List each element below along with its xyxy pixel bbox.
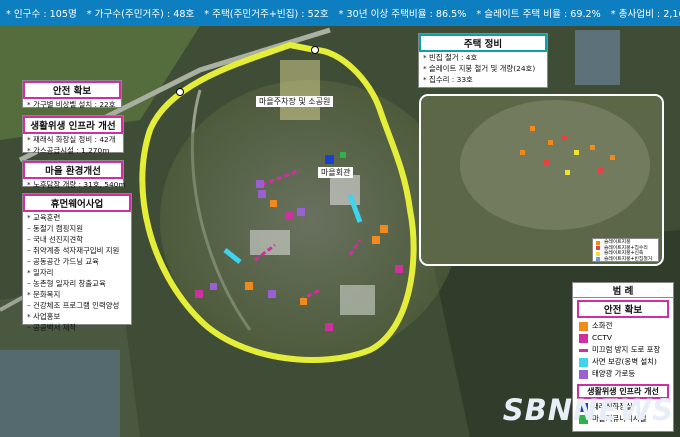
env-item: * 노후담장 개량 : 31호, 540m	[27, 180, 126, 189]
hygiene-item: * 가스공급시설 : 1,270m	[27, 146, 110, 155]
marker-solar-light	[297, 208, 305, 216]
humanware-item: – 공공백서 제작	[27, 323, 77, 332]
road-swatch	[579, 348, 588, 352]
humanware-item: * 교육훈련	[27, 213, 61, 222]
solar-swatch	[579, 369, 588, 379]
greenhouse-block	[575, 30, 620, 85]
greenhouse-block	[0, 350, 120, 437]
humanware-item: – 국내 선진지견학	[27, 235, 83, 244]
marker-solar-light	[210, 283, 217, 290]
watermark-logo: SBNNEWS	[502, 393, 674, 427]
village-area	[160, 80, 460, 360]
inset-house	[520, 150, 525, 155]
humanware-panel: 휴먼웨어사업 * 교육훈련 – 동절기 캠핑지원 – 국내 선진지견학 – 취약…	[22, 193, 132, 332]
swatch	[596, 240, 600, 245]
swatch	[596, 257, 600, 262]
housing-item: * 집수리 : 33호	[423, 75, 473, 84]
humanware-item: – 취약계층 석자재구입비 지원	[27, 246, 120, 255]
stat-old-house-ratio: * 30년 이상 주택비율 : 86.5%	[338, 9, 467, 20]
ring-node	[176, 88, 184, 96]
inset-house	[562, 135, 567, 140]
inset-house	[610, 155, 615, 160]
legend-item: 태양광 가로등	[592, 369, 636, 378]
marker-cctv	[195, 290, 203, 298]
map-canvas: * 인구수 : 105명 * 가구수(주민거주) : 48호 * 주택(주민거주…	[0, 0, 680, 437]
humanware-item: * 일자리	[27, 268, 54, 277]
inset-house	[548, 140, 553, 145]
legend-section-safety: 안전 확보	[577, 300, 669, 318]
env-panel-title: 마을 환경개선	[23, 161, 123, 179]
stat-budget: * 총사업비 : 2,168백만원	[610, 9, 680, 20]
safety-item: * 가구별 비상벨 설치 : 22호	[27, 100, 116, 109]
hygiene-panel: 생활위생 인프라 개선 * 재래식 화장실 정비 : 42개 * 가스공급시설 …	[22, 115, 124, 155]
swatch	[596, 246, 600, 251]
humanware-item: – 건강체조 프로그램 인력양성	[27, 301, 120, 310]
stat-population: * 인구수 : 105명	[6, 9, 77, 20]
marker-solar-light	[268, 290, 276, 298]
marker-community	[340, 152, 346, 158]
inset-house	[565, 170, 570, 175]
humanware-item: – 공동공간 가드닝 교육	[27, 257, 99, 266]
inset-house	[574, 150, 579, 155]
stats-bar: * 인구수 : 105명 * 가구수(주민거주) : 48호 * 주택(주민거주…	[0, 0, 680, 26]
marker-hydrant	[380, 225, 388, 233]
marker-hydrant	[372, 236, 380, 244]
safety-panel: 안전 확보 * 가구별 비상벨 설치 : 22호	[22, 80, 122, 109]
inset-house	[530, 126, 535, 131]
housing-panel-title: 주택 정비	[419, 34, 547, 52]
inset-village	[460, 100, 650, 230]
legend-item: 사면 보강(옹벽 설치)	[592, 357, 657, 366]
inset-house	[598, 168, 603, 173]
marker-hydrant	[270, 200, 277, 207]
humanware-item: – 동절기 캠핑지원	[27, 224, 83, 233]
housing-panel: 주택 정비 * 빈집 철거 : 4호 * 슬레이트 지붕 철거 및 개량(24호…	[418, 33, 548, 88]
env-panel: 마을 환경개선 * 노후담장 개량 : 31호, 540m	[22, 160, 126, 189]
cctv-swatch	[579, 333, 588, 343]
stat-houses: * 주택(주민거주+빈집) : 52호	[204, 9, 329, 20]
hall-label: 마을회관	[318, 167, 354, 178]
stat-slate-ratio: * 슬레이트 주택 비율 : 69.2%	[476, 9, 601, 20]
hygiene-panel-title: 생활위생 인프라 개선	[23, 116, 123, 134]
inset-house	[544, 160, 549, 165]
marker-hall	[325, 155, 334, 164]
humanware-panel-title: 휴먼웨어사업	[23, 194, 131, 212]
inset-legend-item: 슬레이트지붕+빈집철거	[604, 256, 653, 262]
safety-panel-title: 안전 확보	[23, 81, 121, 99]
inset-house	[590, 145, 595, 150]
marker-hydrant	[245, 282, 253, 290]
legend-item: 미끄럼 방지 도로 포장	[592, 345, 661, 354]
housing-item: * 빈집 철거 : 4호	[423, 53, 478, 62]
hygiene-item: * 재래식 화장실 정비 : 42개	[27, 135, 116, 144]
ring-node	[311, 46, 319, 54]
legend-item: CCTV	[592, 333, 612, 342]
marker-solar-light	[256, 180, 264, 188]
building	[330, 175, 360, 205]
wall-swatch	[579, 357, 588, 367]
marker-solar-light	[258, 190, 266, 198]
parking-lot	[280, 60, 320, 120]
building	[340, 285, 375, 315]
marker-cctv	[395, 265, 403, 273]
swatch	[596, 251, 600, 256]
humanware-item: * 문화복지	[27, 290, 61, 299]
marker-hydrant	[300, 298, 307, 305]
humanware-item: * 사업홍보	[27, 312, 61, 321]
humanware-item: – 농촌형 일자리 창출교육	[27, 279, 106, 288]
legend-title: 범 례	[573, 283, 673, 298]
inset-legend: 슬레이트지붕 슬레이트지붕+집수리 슬레이트지붕+신축 슬레이트지붕+빈집철거	[592, 238, 659, 262]
marker-cctv	[285, 212, 293, 220]
park-label: 마을주차장 및 소공원	[256, 96, 334, 107]
housing-item: * 슬레이트 지붕 철거 및 개량(24호)	[423, 64, 536, 73]
building	[250, 230, 290, 255]
legend-item: 소화전	[592, 321, 613, 330]
marker-cctv	[325, 323, 333, 331]
hydrant-swatch	[579, 321, 588, 331]
stat-households: * 가구수(주민거주) : 48호	[86, 9, 195, 20]
